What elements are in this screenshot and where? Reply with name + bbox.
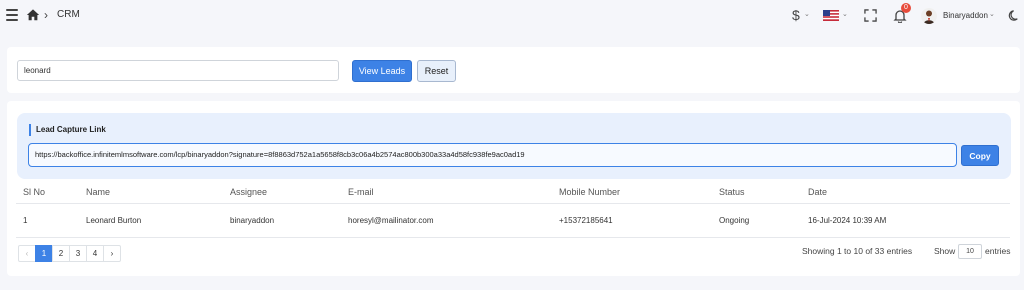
cell-status: Ongoing xyxy=(719,203,808,238)
page-2-button[interactable]: 2 xyxy=(52,245,70,262)
page-4-button[interactable]: 4 xyxy=(86,245,104,262)
search-input[interactable] xyxy=(17,60,339,81)
chevron-down-icon: ⌄ xyxy=(842,11,848,18)
previous-page-button[interactable]: ‹ xyxy=(18,245,36,262)
cell-date: 16-Jul-2024 10:39 AM xyxy=(808,203,1010,238)
breadcrumb-crm[interactable]: CRM xyxy=(57,9,80,20)
column-header-date[interactable]: Date xyxy=(808,181,1010,204)
cell-mobile: +15372185641 xyxy=(559,203,719,238)
moon-icon[interactable] xyxy=(1008,9,1021,22)
chevron-down-icon: ⌄ xyxy=(804,11,810,18)
entries-summary: Showing 1 to 10 of 33 entries xyxy=(802,246,913,256)
username[interactable]: Binaryaddon xyxy=(943,11,988,20)
copy-button[interactable]: Copy xyxy=(961,145,999,166)
dollar-icon[interactable]: $ xyxy=(792,7,800,23)
fullscreen-icon[interactable] xyxy=(864,9,877,22)
table-header-row: Sl No Name Assignee E-mail Mobile Number… xyxy=(16,181,1010,204)
home-icon[interactable] xyxy=(26,8,40,22)
page-1-button[interactable]: 1 xyxy=(35,245,53,262)
us-flag-icon[interactable] xyxy=(823,10,839,21)
cell-name: Leonard Burton xyxy=(86,203,230,238)
column-header-assignee[interactable]: Assignee xyxy=(230,181,348,204)
pagination: ‹ 1 2 3 4 › xyxy=(18,245,121,262)
avatar[interactable] xyxy=(921,8,937,24)
lead-capture-link-field[interactable]: https://backoffice.infinitemlmsoftware.c… xyxy=(28,143,957,167)
next-page-button[interactable]: › xyxy=(103,245,121,262)
reset-button[interactable]: Reset xyxy=(417,60,456,82)
page-3-button[interactable]: 3 xyxy=(69,245,87,262)
top-navbar: › CRM $ ⌄ ⌄ 0 Binaryaddon ⌄ xyxy=(0,0,1024,32)
show-label: Show xyxy=(934,246,956,256)
entries-label: entries xyxy=(985,246,1011,256)
breadcrumb-separator: › xyxy=(44,8,48,22)
cell-sl-no: 1 xyxy=(16,203,86,238)
notification-badge: 0 xyxy=(901,3,911,13)
column-header-status[interactable]: Status xyxy=(719,181,808,204)
column-header-email[interactable]: E-mail xyxy=(348,181,559,204)
lead-capture-title: Lead Capture Link xyxy=(29,124,106,136)
hamburger-menu-icon[interactable] xyxy=(6,9,18,21)
chevron-down-icon: ⌄ xyxy=(989,11,995,18)
column-header-mobile[interactable]: Mobile Number xyxy=(559,181,719,204)
column-header-name[interactable]: Name xyxy=(86,181,230,204)
page-size-select[interactable]: 10 xyxy=(958,244,982,259)
view-leads-button[interactable]: View Leads xyxy=(352,60,412,82)
table-row[interactable]: 1 Leonard Burton binaryaddon horesyl@mai… xyxy=(16,203,1010,238)
leads-table: Sl No Name Assignee E-mail Mobile Number… xyxy=(16,181,1010,238)
cell-assignee: binaryaddon xyxy=(230,203,348,238)
cell-email: horesyl@mailinator.com xyxy=(348,203,559,238)
column-header-sl-no[interactable]: Sl No xyxy=(16,181,86,204)
